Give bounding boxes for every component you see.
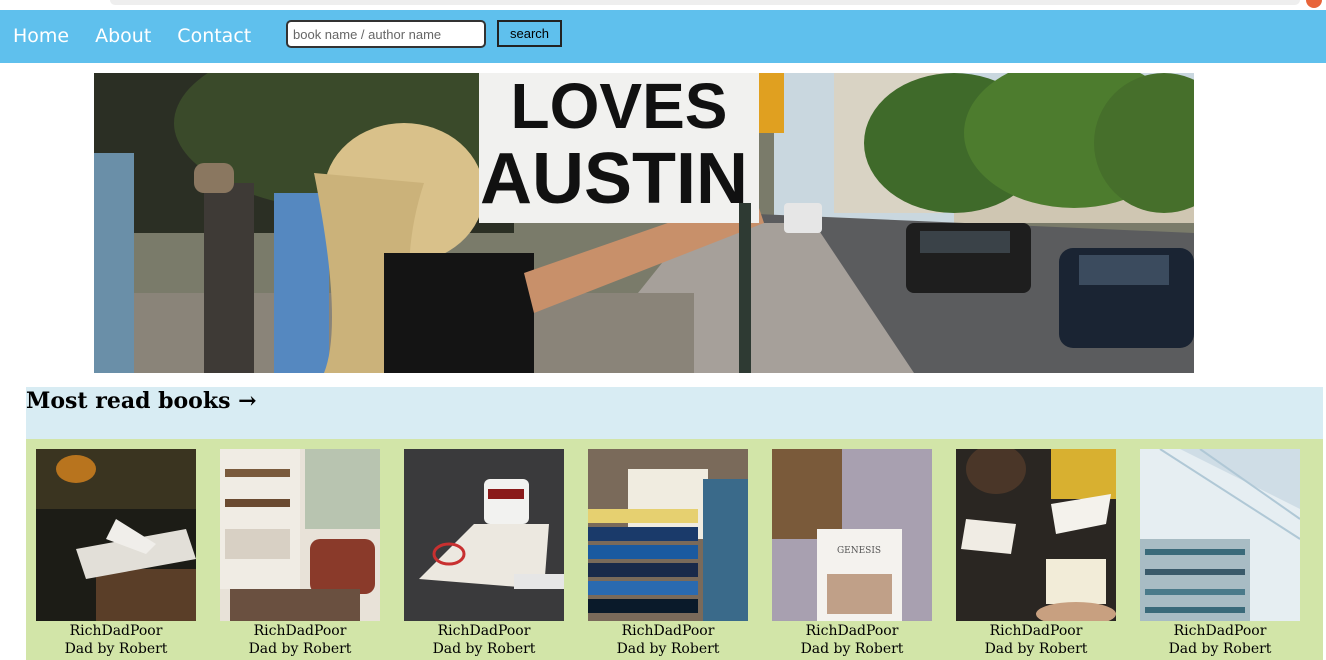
- search-button[interactable]: search: [497, 20, 562, 47]
- book-title-line1: RichDadPoor: [805, 623, 899, 639]
- book-title-line1: RichDadPoor: [1173, 623, 1267, 639]
- book-title-line2: Dad by Robert: [248, 641, 352, 657]
- search-input[interactable]: [286, 20, 486, 48]
- book-card[interactable]: GENESIS RichDadPoor Dad by Robert: [772, 449, 932, 658]
- book-card[interactable]: RichDadPoor Dad by Robert: [404, 449, 564, 658]
- hero-banner-image: LOVES AUSTIN: [94, 73, 1194, 373]
- browser-profile-icon[interactable]: [1306, 0, 1322, 8]
- book-cover-image[interactable]: [1140, 449, 1300, 621]
- book-title-line2: Dad by Robert: [1168, 641, 1272, 657]
- book-title-line2: Dad by Robert: [800, 641, 904, 657]
- book-caption: RichDadPoor Dad by Robert: [220, 622, 380, 658]
- book-cover-image[interactable]: [588, 449, 748, 621]
- browser-top-strip: [0, 0, 1326, 10]
- book-cover-image[interactable]: [36, 449, 196, 621]
- nav-home-link[interactable]: Home: [13, 24, 69, 49]
- book-caption: RichDadPoor Dad by Robert: [404, 622, 564, 658]
- genesis-cover-title: GENESIS: [837, 546, 881, 556]
- book-title-line2: Dad by Robert: [616, 641, 720, 657]
- nav-links: Home About Contact: [13, 24, 277, 49]
- nav-contact-link[interactable]: Contact: [177, 24, 251, 49]
- book-card[interactable]: RichDadPoor Dad by Robert: [220, 449, 380, 658]
- book-caption: RichDadPoor Dad by Robert: [36, 622, 196, 658]
- most-read-section-header: Most read books →: [26, 387, 1323, 439]
- books-grid: RichDadPoor Dad by Robert RichDadPoor Da…: [26, 439, 1323, 660]
- book-title-line2: Dad by Robert: [984, 641, 1088, 657]
- book-title-line1: RichDadPoor: [437, 623, 531, 639]
- book-card[interactable]: RichDadPoor Dad by Robert: [36, 449, 196, 658]
- book-cover-image[interactable]: [220, 449, 380, 621]
- sign-text-line1: LOVES: [511, 73, 728, 142]
- book-card[interactable]: RichDadPoor Dad by Robert: [956, 449, 1116, 658]
- book-cover-image[interactable]: [404, 449, 564, 621]
- book-caption: RichDadPoor Dad by Robert: [772, 622, 932, 658]
- book-cover-image[interactable]: [956, 449, 1116, 621]
- browser-tab-bar: [110, 0, 1300, 5]
- book-title-line1: RichDadPoor: [989, 623, 1083, 639]
- book-title-line1: RichDadPoor: [621, 623, 715, 639]
- book-caption: RichDadPoor Dad by Robert: [1140, 622, 1300, 658]
- book-cover-image[interactable]: GENESIS: [772, 449, 932, 621]
- book-title-line2: Dad by Robert: [64, 641, 168, 657]
- nav-about-link[interactable]: About: [95, 24, 151, 49]
- book-caption: RichDadPoor Dad by Robert: [588, 622, 748, 658]
- sign-text-line2: AUSTIN: [480, 139, 748, 219]
- book-card[interactable]: RichDadPoor Dad by Robert: [588, 449, 748, 658]
- navbar: Home About Contact search: [0, 10, 1326, 63]
- book-title-line1: RichDadPoor: [69, 623, 163, 639]
- book-card[interactable]: RichDadPoor Dad by Robert: [1140, 449, 1300, 658]
- book-caption: RichDadPoor Dad by Robert: [956, 622, 1116, 658]
- section-title: Most read books →: [26, 388, 257, 414]
- book-title-line1: RichDadPoor: [253, 623, 347, 639]
- book-title-line2: Dad by Robert: [432, 641, 536, 657]
